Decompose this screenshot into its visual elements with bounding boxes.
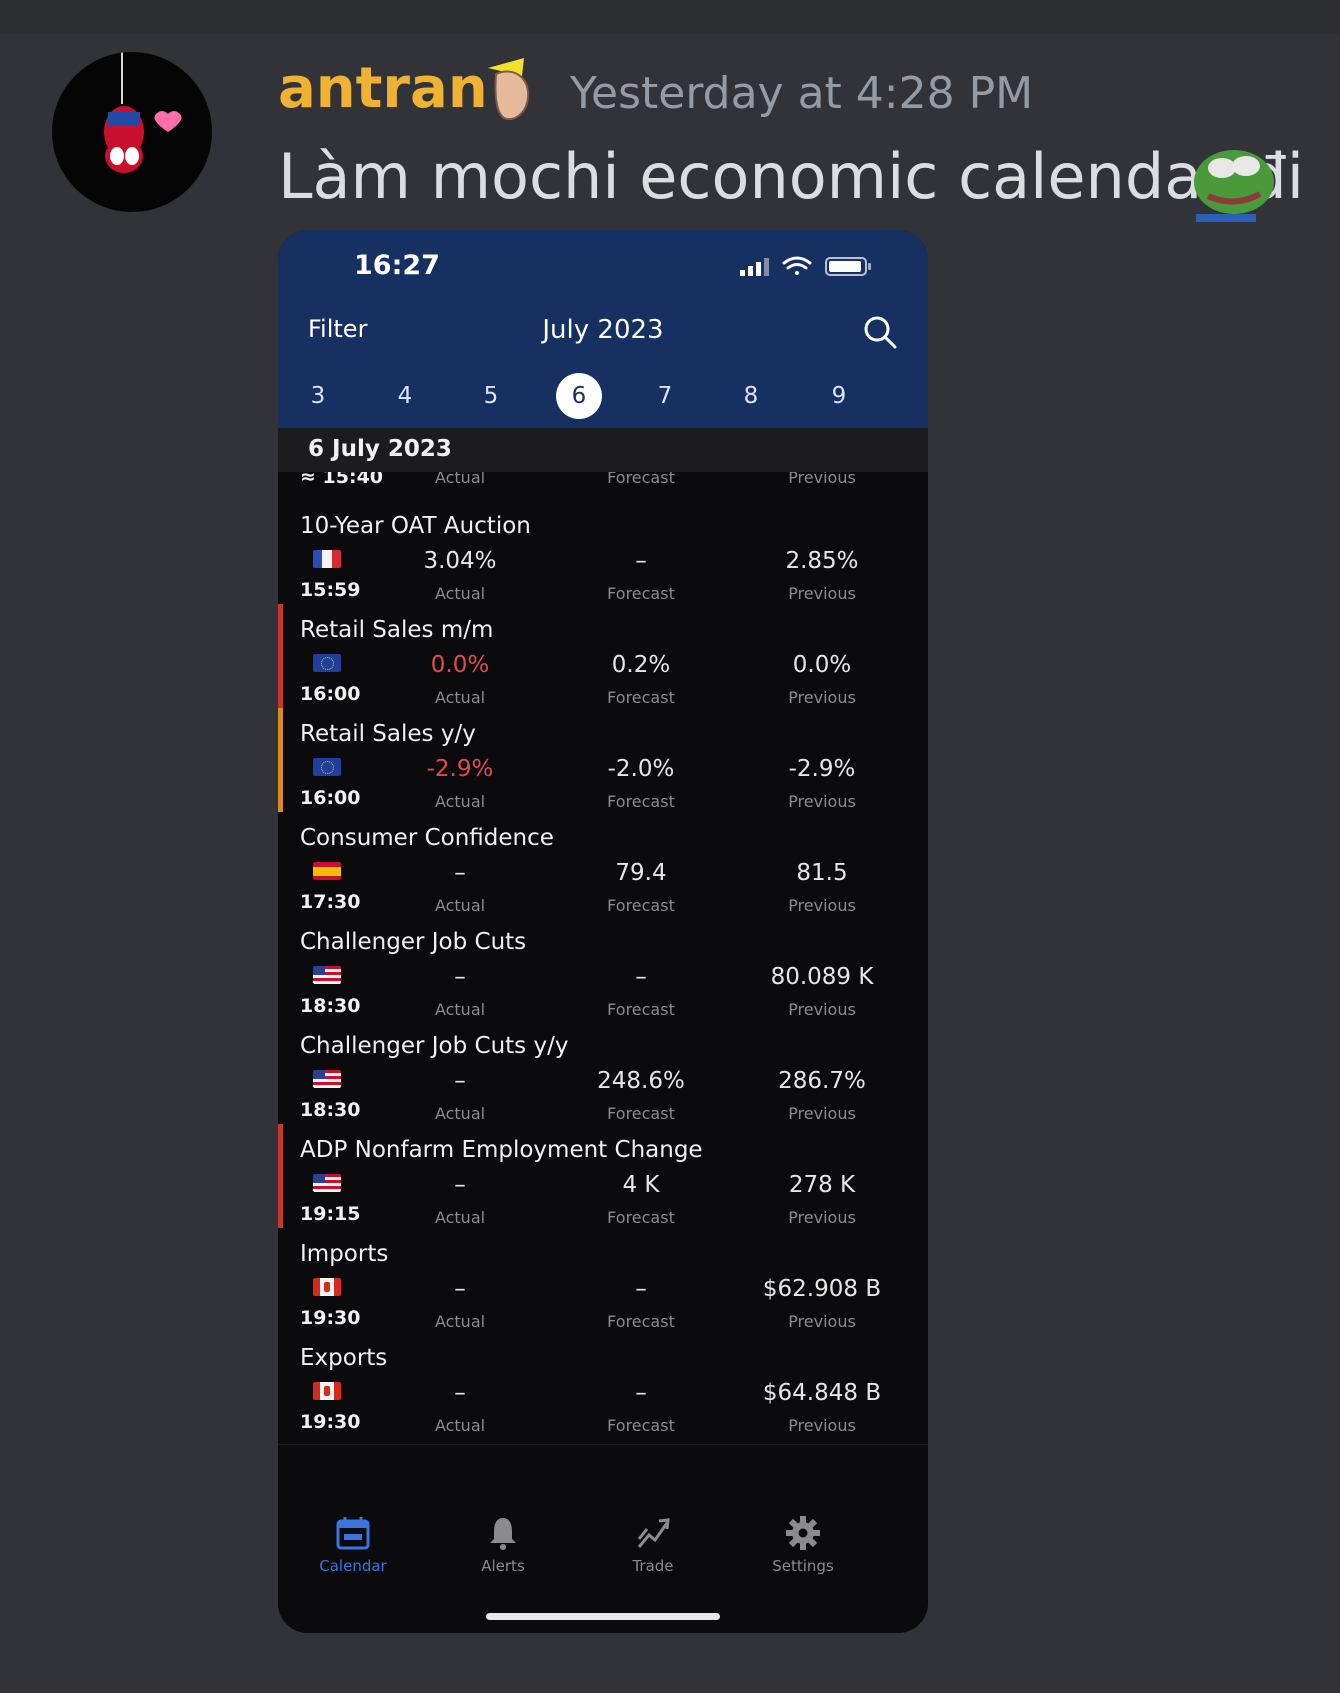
event-name: ADP Nonfarm Employment Change xyxy=(300,1137,703,1163)
tab-label: Settings xyxy=(772,1557,834,1575)
day-3[interactable]: 6 xyxy=(556,373,602,419)
previous-value: $62.908 B xyxy=(762,1276,882,1302)
event-name: Challenger Job Cuts xyxy=(300,929,527,955)
date-header-label: 6 July 2023 xyxy=(308,436,452,462)
event-name: Challenger Job Cuts y/y xyxy=(300,1033,569,1059)
battery-icon xyxy=(825,257,871,276)
flag-france-icon xyxy=(313,550,341,568)
day-5[interactable]: 8 xyxy=(728,373,774,419)
trend-up-icon xyxy=(588,1515,718,1551)
previous-label: Previous xyxy=(788,1416,856,1435)
message-timestamp: Yesterday at 4:28 PM xyxy=(570,68,1034,119)
previous-value: 2.85% xyxy=(785,548,859,574)
previous-label: Previous xyxy=(788,584,856,603)
previous-value: 80.089 K xyxy=(770,964,874,990)
previous-value: -2.9% xyxy=(788,756,856,782)
event-row[interactable]: Consumer Confidence 17:30–79.4 81.5 Actual F… xyxy=(278,812,928,925)
partial-event-row[interactable]: ≈ 15:40 Actual Forecast Previous xyxy=(278,472,928,501)
flag-usa-icon xyxy=(313,1070,341,1088)
spiderman-hanging-icon xyxy=(104,52,182,173)
impact-indicator xyxy=(278,1124,283,1236)
event-row[interactable]: 10-Year OAT Auction 15:59 3.04% –2.85% Actua… xyxy=(278,500,928,613)
calendar-icon xyxy=(288,1515,418,1551)
home-indicator xyxy=(486,1613,720,1620)
previous-label: Previous xyxy=(788,1312,856,1331)
status-bar-time: 16:27 xyxy=(354,250,440,281)
status-icons xyxy=(738,254,878,282)
previous-value: 278 K xyxy=(788,1172,856,1198)
previous-value: 0.0% xyxy=(792,652,852,678)
flag-usa-icon xyxy=(313,966,341,984)
signal-icon xyxy=(740,258,769,276)
previous-label: Previous xyxy=(788,896,856,915)
event-row[interactable]: ADP Nonfarm Employment Change 19:15–4 K 27… xyxy=(278,1124,928,1237)
previous-value: 286.7% xyxy=(778,1068,866,1094)
events-list[interactable]: ≈ 15:40 Actual Forecast Previous 10-Year… xyxy=(278,472,928,1572)
search-icon[interactable] xyxy=(862,314,898,350)
day-1[interactable]: 4 xyxy=(382,373,428,419)
date-section-header: 6 July 2023 xyxy=(278,428,928,472)
pepe-smoking-emoji-icon xyxy=(1194,150,1274,222)
flag-spain-icon xyxy=(313,862,341,880)
tab-label: Trade xyxy=(632,1557,674,1575)
day-4[interactable]: 7 xyxy=(642,373,688,419)
event-name: Retail Sales m/m xyxy=(300,617,494,643)
event-row[interactable]: Challenger Job Cuts 18:30– –80.089 K Actual… xyxy=(278,916,928,1029)
day-picker: 3456789 xyxy=(278,373,928,419)
tab-alerts[interactable]: Alerts xyxy=(438,1515,568,1575)
previous-label: Previous xyxy=(788,1104,856,1123)
app-screenshot[interactable]: 16:27 Filter July 2023 3 4 5 6 7 8 9 6 J… xyxy=(278,230,928,1633)
tab-label: Calendar xyxy=(319,1557,387,1575)
message-text: Làm mochi economic calendar đi xyxy=(278,140,1304,213)
event-name: Exports xyxy=(300,1345,388,1371)
previous-label: Previous xyxy=(788,792,856,811)
event-name: 10-Year OAT Auction xyxy=(300,513,531,539)
wifi-icon xyxy=(782,256,812,275)
tab-trade[interactable]: Trade xyxy=(588,1515,718,1575)
event-name: Consumer Confidence xyxy=(300,825,554,851)
channel-top-strip xyxy=(0,0,1340,34)
previous-label: Previous xyxy=(788,688,856,707)
previous-label: Previous xyxy=(788,1208,856,1227)
day-0[interactable]: 3 xyxy=(295,373,341,419)
month-title: July 2023 xyxy=(542,315,664,345)
previous-label: Previous xyxy=(788,1000,856,1019)
event-row[interactable]: Retail Sales m/m 16:00 0.0% 0.2% 0.0% Actual F… xyxy=(278,604,928,717)
flag-usa-icon xyxy=(313,1174,341,1192)
previous-value: $64.848 B xyxy=(762,1380,882,1406)
flag-eu-icon xyxy=(313,758,341,776)
gear-icon xyxy=(738,1515,868,1551)
impact-indicator xyxy=(278,604,283,716)
previous-value: 81.5 xyxy=(796,860,848,886)
flag-canada-icon xyxy=(313,1382,341,1400)
event-row[interactable]: Imports 19:30– – $62.908 B Actual Forecast Pre… xyxy=(278,1228,928,1341)
event-row[interactable]: Retail Sales y/y 16:00 -2.9% -2.0% -2.9% Actu… xyxy=(278,708,928,821)
app-header: 16:27 Filter July 2023 3 4 5 6 7 8 9 xyxy=(278,230,928,428)
tab-calendar[interactable]: Calendar xyxy=(288,1515,418,1575)
tab-settings[interactable]: Settings xyxy=(738,1515,868,1575)
event-name: Retail Sales y/y xyxy=(300,721,476,747)
day-6[interactable]: 9 xyxy=(816,373,862,419)
flag-eu-icon xyxy=(313,654,341,672)
flag-canada-icon xyxy=(313,1278,341,1296)
chad-emoji-icon xyxy=(488,58,530,120)
user-avatar[interactable] xyxy=(52,52,212,212)
event-row[interactable]: Exports 19:30– – $64.848 B Actual Forecast Pre… xyxy=(278,1332,928,1445)
tab-label: Alerts xyxy=(481,1557,525,1575)
event-row[interactable]: Challenger Job Cuts y/y 18:30–248.6% 286.7… xyxy=(278,1020,928,1133)
partial-previous-label: Previous xyxy=(788,472,856,487)
bell-icon xyxy=(438,1515,568,1551)
day-2[interactable]: 5 xyxy=(468,373,514,419)
username[interactable]: antran xyxy=(278,56,488,121)
impact-indicator xyxy=(278,708,283,820)
event-name: Imports xyxy=(300,1241,389,1267)
